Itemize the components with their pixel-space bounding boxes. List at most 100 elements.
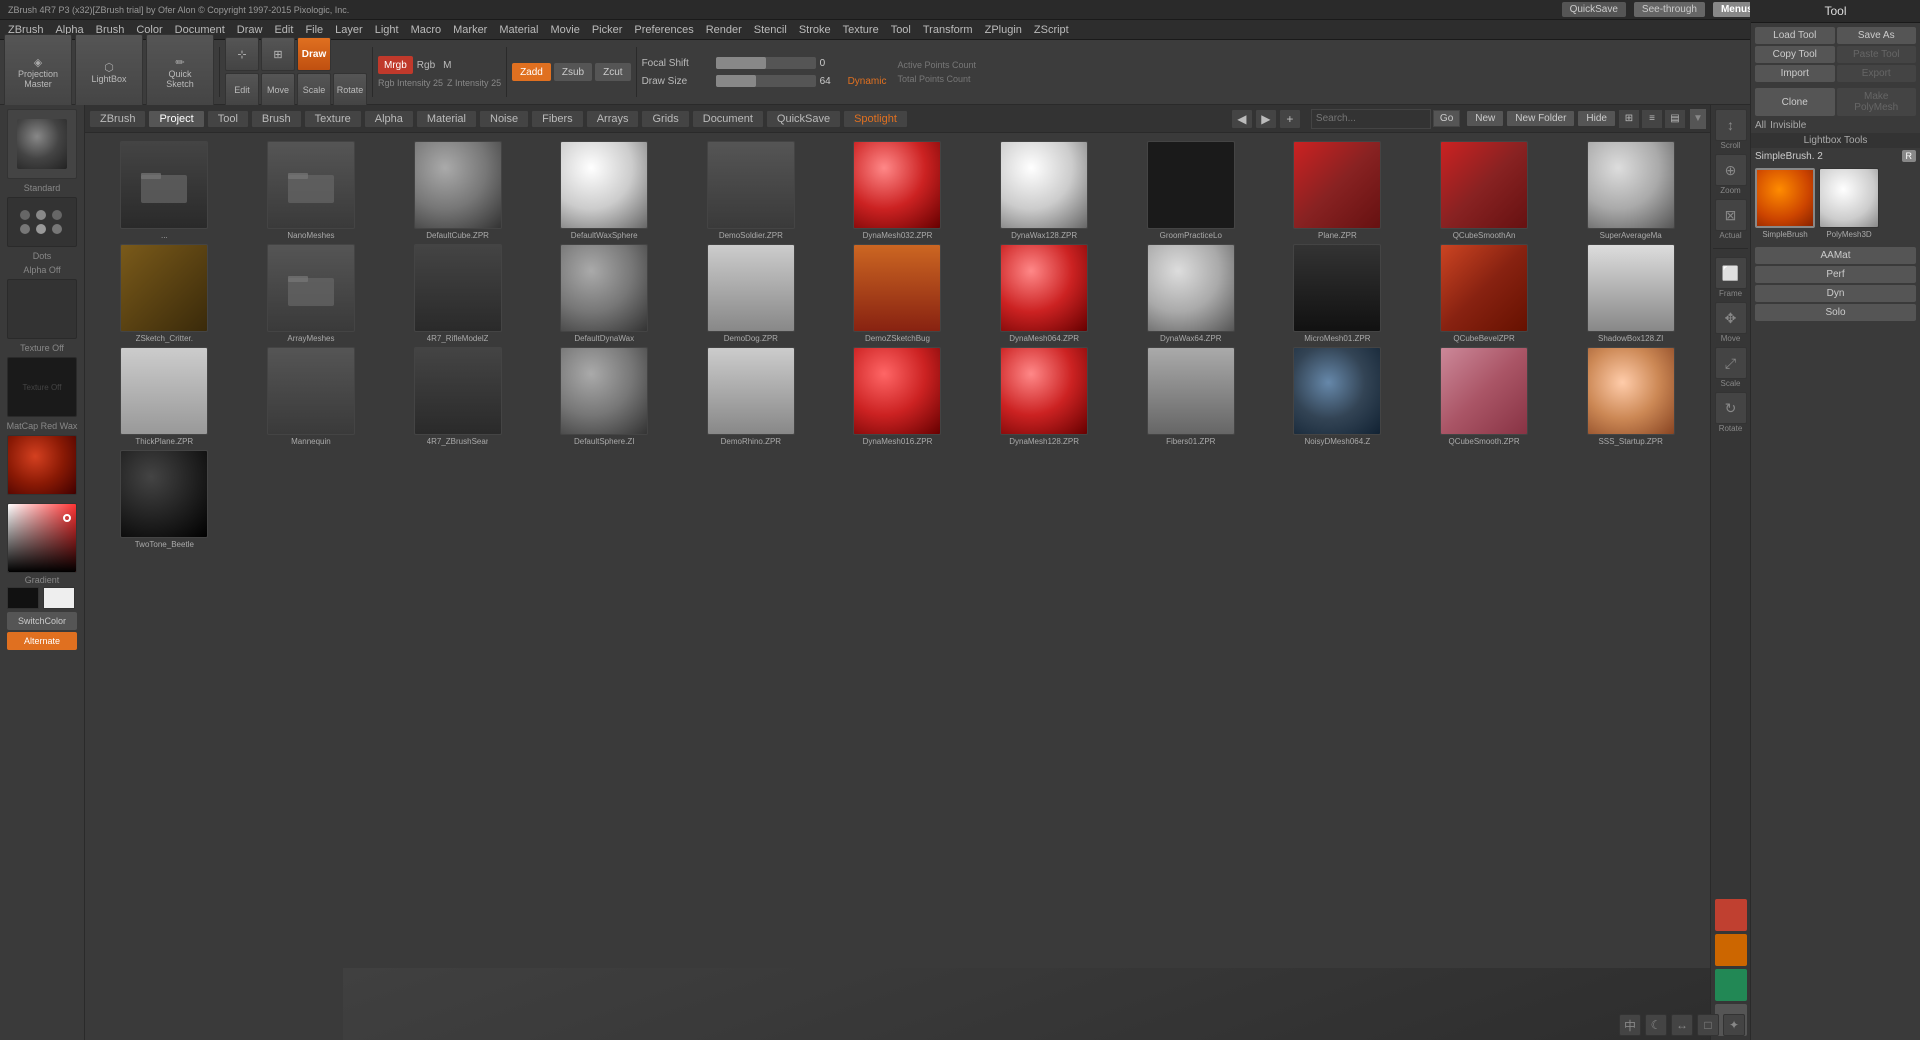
focal-shift-track[interactable] [716, 57, 816, 69]
lightbox-button[interactable]: ⬡ LightBox [75, 34, 143, 110]
draw-size-track[interactable] [716, 75, 816, 87]
view-list-btn[interactable]: ≡ [1641, 109, 1663, 129]
search-input[interactable] [1311, 109, 1431, 129]
tab-material[interactable]: Material [416, 110, 477, 128]
see-through-button[interactable]: See-through [1634, 2, 1705, 17]
brush-item-polymesh[interactable]: PolyMesh3D [1819, 168, 1879, 239]
thumbnail-item-24[interactable]: 4R7_ZBrushSear [386, 347, 529, 446]
actual-button[interactable]: ⊠ [1715, 199, 1747, 231]
tab-document[interactable]: Document [692, 110, 764, 128]
mrgb-button[interactable]: Mrgb [378, 56, 413, 74]
import-button[interactable]: Import [1755, 65, 1835, 82]
thumbnail-item-32[interactable]: SSS_Startup.ZPR [1559, 347, 1702, 446]
thumbnail-item-30[interactable]: NoisyDMesh064.Z [1266, 347, 1409, 446]
color-picker[interactable] [7, 503, 77, 573]
thumbnail-item-3[interactable]: DefaultWaxSphere [533, 141, 676, 240]
tab-brush[interactable]: Brush [251, 110, 302, 128]
thumbnail-item-29[interactable]: Fibers01.ZPR [1119, 347, 1262, 446]
scroll-button[interactable]: ↕ [1715, 109, 1747, 141]
menu-texture[interactable]: Texture [839, 23, 883, 37]
viewport-canvas[interactable] [343, 968, 1710, 1040]
rotate-btn[interactable]: Rotate [333, 73, 367, 107]
clone-button[interactable]: Clone [1755, 88, 1835, 116]
menu-file[interactable]: File [301, 23, 327, 37]
menu-transform[interactable]: Transform [919, 23, 977, 37]
thumbnail-item-19[interactable]: MicroMesh01.ZPR [1266, 244, 1409, 343]
icon-cjk[interactable]: 中 [1619, 1014, 1641, 1036]
menu-marker[interactable]: Marker [449, 23, 491, 37]
thumbnail-item-4[interactable]: DemoSoldier.ZPR [680, 141, 823, 240]
tab-noise[interactable]: Noise [479, 110, 529, 128]
tab-fibers[interactable]: Fibers [531, 110, 584, 128]
tab-alpha[interactable]: Alpha [364, 110, 414, 128]
thumbnail-item-20[interactable]: QCubeBevelZPR [1413, 244, 1556, 343]
tab-zbrush[interactable]: ZBrush [89, 110, 146, 128]
thumbnail-item-33[interactable]: TwoTone_Beetle [93, 450, 236, 549]
matcap-preview[interactable] [7, 435, 77, 495]
thumbnail-item-25[interactable]: DefaultSphere.ZI [533, 347, 676, 446]
thumbnail-item-8[interactable]: Plane.ZPR [1266, 141, 1409, 240]
view-detail-btn[interactable]: ▤ [1664, 109, 1686, 129]
frame-button[interactable]: ⬜ [1715, 257, 1747, 289]
tab-texture[interactable]: Texture [304, 110, 362, 128]
menu-material[interactable]: Material [495, 23, 542, 37]
nav-prev-button[interactable]: ◀ [1231, 109, 1253, 129]
menu-edit[interactable]: Edit [270, 23, 297, 37]
make-polymesh-button[interactable]: Make PolyMesh [1837, 88, 1917, 116]
nav-next-button[interactable]: ▶ [1255, 109, 1277, 129]
rotate-button[interactable]: ↻ [1715, 392, 1747, 424]
thumbnail-item-17[interactable]: DynaMesh064.ZPR [973, 244, 1116, 343]
menu-stencil[interactable]: Stencil [750, 23, 791, 37]
thumbnail-item-27[interactable]: DynaMesh016.ZPR [826, 347, 969, 446]
thumbnail-item-22[interactable]: ThickPlane.ZPR [93, 347, 236, 446]
menu-draw[interactable]: Draw [233, 23, 267, 37]
thumbnail-item-26[interactable]: DemoRhino.ZPR [680, 347, 823, 446]
draw-btn[interactable]: Draw [297, 37, 331, 71]
menu-picker[interactable]: Picker [588, 23, 627, 37]
thumbnail-item-6[interactable]: DynaWax128.ZPR [973, 141, 1116, 240]
select-btn[interactable]: ⊹ [225, 37, 259, 71]
thumbnail-item-23[interactable]: Mannequin [240, 347, 383, 446]
move-obj-btn[interactable]: ⊞ [261, 37, 295, 71]
icon-moon[interactable]: ☾ [1645, 1014, 1667, 1036]
quick-sketch-button[interactable]: ✏ Quick Sketch [146, 34, 214, 110]
scale-button[interactable]: ⤢ [1715, 347, 1747, 379]
menu-stroke[interactable]: Stroke [795, 23, 835, 37]
swatch-black[interactable] [7, 587, 39, 609]
thumbnail-item-13[interactable]: 4R7_RifleModelZ [386, 244, 529, 343]
quicksave-button[interactable]: QuickSave [1562, 2, 1626, 17]
go-button[interactable]: Go [1433, 110, 1460, 127]
switchcolor-button[interactable]: SwitchColor [7, 612, 77, 630]
tab-arrays[interactable]: Arrays [586, 110, 640, 128]
thumbnail-item-12[interactable]: ArrayMeshes [240, 244, 383, 343]
menu-tool[interactable]: Tool [887, 23, 915, 37]
thumbnail-item-9[interactable]: QCubeSmoothAn [1413, 141, 1556, 240]
dyn-button[interactable]: Dyn [1755, 285, 1916, 302]
aamat-button[interactable]: AAMat [1755, 247, 1916, 264]
projection-master-button[interactable]: ◈ Projection Master [4, 34, 72, 110]
thumbnail-item-1[interactable]: NanoMeshes [240, 141, 383, 240]
paste-tool-button[interactable]: Paste Tool [1837, 46, 1917, 63]
thumbnail-item-18[interactable]: DynaWax64.ZPR [1119, 244, 1262, 343]
new-button[interactable]: New [1466, 110, 1504, 127]
tab-project[interactable]: Project [148, 110, 204, 128]
menu-render[interactable]: Render [702, 23, 746, 37]
move-far-button[interactable]: ✥ [1715, 302, 1747, 334]
zadd-button[interactable]: Zadd [512, 63, 551, 81]
zsub-button[interactable]: Zsub [554, 63, 592, 81]
red-mode-button[interactable] [1715, 899, 1747, 931]
alpha-preview[interactable] [7, 279, 77, 339]
tab-spotlight[interactable]: Spotlight [843, 110, 908, 128]
thumbnail-item-5[interactable]: DynaMesh032.ZPR [826, 141, 969, 240]
tab-tool[interactable]: Tool [207, 110, 249, 128]
thumbnail-item-14[interactable]: DefaultDynaWax [533, 244, 676, 343]
thumbnail-item-10[interactable]: SuperAverageMa [1559, 141, 1702, 240]
texture-preview[interactable]: Texture Off [7, 357, 77, 417]
copy-tool-button[interactable]: Copy Tool [1755, 46, 1835, 63]
tab-grids[interactable]: Grids [641, 110, 689, 128]
menu-zplugin[interactable]: ZPlugin [981, 23, 1026, 37]
menu-macro[interactable]: Macro [407, 23, 446, 37]
dots-preview[interactable] [7, 197, 77, 247]
icon-star[interactable]: ✦ [1723, 1014, 1745, 1036]
brush-item-simple[interactable]: SimpleBrush [1755, 168, 1815, 239]
